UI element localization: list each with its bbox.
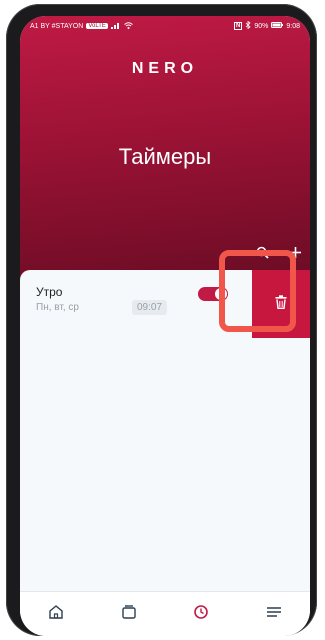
signal-icon (110, 22, 121, 31)
battery-icon (271, 22, 284, 30)
timer-days: Пн, вт, ср (36, 302, 79, 313)
menu-icon (266, 605, 282, 624)
carrier-label: A1 BY #STAYON (30, 22, 84, 30)
devices-icon (121, 604, 137, 625)
brand-logo: NERO (131, 60, 199, 77)
nav-home[interactable] (41, 599, 71, 629)
page-title: Таймеры (118, 144, 212, 169)
bottom-nav (20, 591, 310, 636)
nfc-icon: N (234, 22, 243, 30)
header-banner: A1 BY #STAYON VoLTE N 90% 9:08 NERO Тайм… (20, 16, 310, 284)
timer-name: Утро (36, 285, 63, 299)
clock-time: 9:08 (286, 22, 300, 30)
delete-highlight-frame (219, 250, 296, 332)
home-icon (48, 604, 64, 625)
clock-icon (193, 604, 209, 625)
nav-timers[interactable] (186, 599, 216, 629)
volte-badge: VoLTE (86, 23, 108, 29)
wifi-icon (124, 21, 133, 31)
battery-level: 90% (254, 22, 269, 30)
timer-time: 09:07 (132, 300, 168, 315)
status-bar: A1 BY #STAYON VoLTE N 90% 9:08 (20, 16, 310, 36)
nav-devices[interactable] (114, 599, 144, 629)
bluetooth-icon (245, 20, 251, 31)
nav-menu[interactable] (259, 599, 289, 629)
